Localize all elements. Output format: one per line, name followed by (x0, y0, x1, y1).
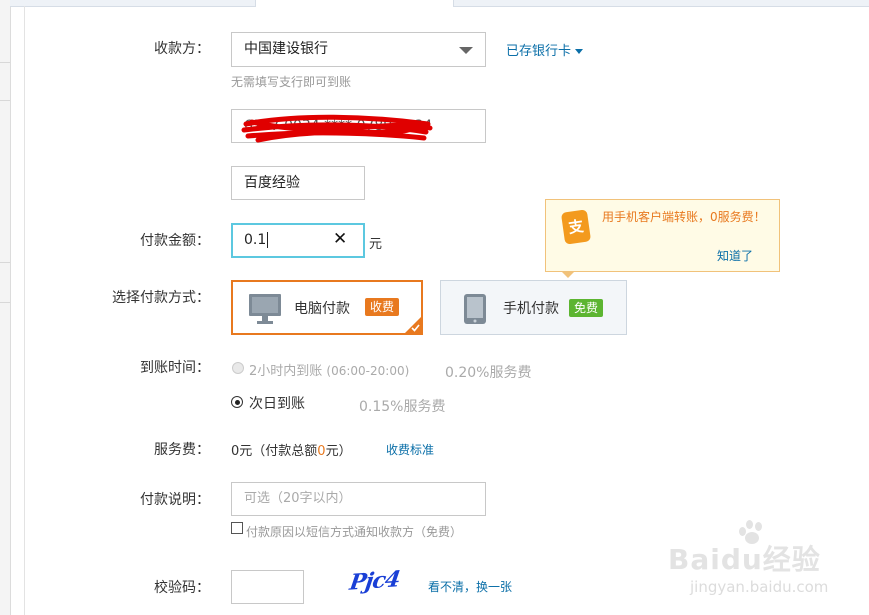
pc-pay-tag: 收费 (365, 298, 400, 316)
paw-icon (737, 519, 767, 547)
captcha-refresh-link[interactable]: 看不清，换一张 (428, 578, 512, 595)
arrival-2h-label: 2小时内到账 (06:00-20:00) (249, 364, 410, 379)
sms-notify-label: 付款原因以短信方式通知收款方（免费） (246, 525, 463, 539)
payee-name-input[interactable]: 百度经验 (231, 166, 365, 200)
service-fee-label: 服务费： (154, 442, 210, 458)
redaction-scribble (241, 114, 433, 143)
tooltip-pointer (561, 271, 575, 278)
caret-down-icon (575, 49, 584, 54)
arrival-2h-fee: 0.20%服务费 (445, 365, 532, 381)
payee-name-value: 百度经验 (244, 175, 300, 191)
fee-standard-link[interactable]: 收费标准 (386, 441, 434, 458)
bank-select-value: 中国建设银行 (244, 41, 328, 57)
chevron-down-icon (459, 47, 473, 54)
amount-unit: 元 (369, 237, 383, 252)
saved-cards-link-label: 已存银行卡 (506, 44, 572, 59)
arrival-label: 到账时间： (140, 360, 210, 376)
saved-cards-link[interactable]: 已存银行卡 (506, 40, 584, 59)
active-tab[interactable] (255, 0, 454, 7)
left-sidebar (0, 0, 11, 615)
arrival-nextday-radio[interactable] (231, 396, 243, 408)
mobile-promo-tooltip: 支 用手机客户端转账，0服务费！ 知道了 (545, 199, 780, 278)
captcha-image[interactable]: Pjc4 (348, 566, 402, 595)
pc-pay-option[interactable]: 电脑付款 收费 (231, 280, 423, 335)
amount-label: 付款金额： (140, 233, 210, 249)
payee-label: 收款方： (154, 41, 210, 57)
tooltip-dismiss-link[interactable]: 知道了 (717, 247, 753, 264)
amount-input-value: 0.1 (244, 232, 269, 248)
mobile-pay-tag: 免费 (569, 299, 604, 317)
pc-pay-label: 电脑付款 (294, 301, 350, 317)
mobile-pay-option[interactable]: 手机付款 免费 (440, 280, 627, 335)
sms-notify-checkbox[interactable] (231, 522, 243, 534)
monitor-icon (249, 294, 281, 324)
baidu-watermark-url: jingyan.baidu.com (690, 578, 829, 596)
arrival-nextday-fee: 0.15%服务费 (359, 399, 446, 415)
bank-select[interactable]: 中国建设银行 (231, 32, 486, 67)
captcha-label: 校验码： (154, 580, 210, 596)
note-input[interactable]: 可选（20字以内） (231, 482, 486, 516)
tooltip-text: 用手机客户端转账，0服务费！ (602, 210, 766, 224)
phone-icon (464, 294, 486, 324)
amount-input[interactable]: 0.1 ✕ (231, 223, 365, 258)
content-divider (24, 6, 25, 615)
mobile-pay-label: 手机付款 (503, 301, 559, 317)
check-icon (411, 324, 420, 332)
note-label: 付款说明： (140, 492, 210, 508)
note-placeholder: 可选（20字以内） (244, 491, 352, 506)
arrival-nextday-label: 次日到账 (249, 396, 305, 412)
service-fee-value: 0元（付款总额0元） (231, 444, 352, 459)
clear-icon[interactable]: ✕ (333, 229, 347, 249)
payee-hint: 无需填写支行即可到账 (231, 75, 352, 89)
captcha-input[interactable] (231, 570, 304, 604)
method-label: 选择付款方式： (112, 290, 210, 306)
arrival-2h-radio[interactable] (232, 362, 244, 374)
phone-pay-icon: 支 (560, 209, 592, 245)
